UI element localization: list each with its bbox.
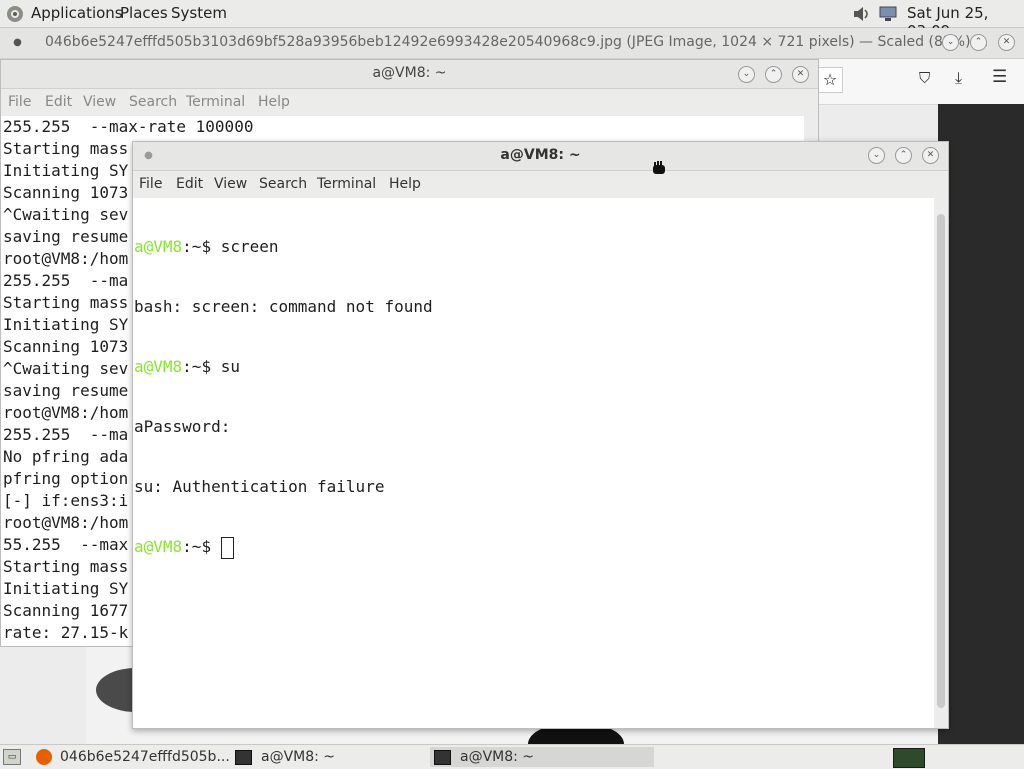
prompt-path: :~$ — [182, 357, 212, 376]
bookmark-star-icon[interactable]: ☆ — [817, 67, 843, 93]
download-icon[interactable]: ⤓ — [955, 68, 962, 88]
term-front-menu-terminal[interactable]: Terminal — [317, 176, 376, 192]
term-front-scroll-thumb[interactable] — [937, 214, 945, 708]
term-front-menu-search[interactable]: Search — [259, 176, 307, 192]
term-front-menu-help[interactable]: Help — [389, 176, 421, 192]
gnome-foot-icon[interactable] — [5, 4, 25, 24]
viewer-minimize-button[interactable]: ⌄ — [942, 34, 959, 51]
prompt-path: :~$ — [182, 537, 212, 556]
command-text: screen — [211, 237, 279, 256]
terminal-line: 255.255 --max-rate 100000 — [3, 117, 254, 136]
terminal-line: su: Authentication failure — [134, 477, 385, 496]
term-front-menubar: File Edit View Search Terminal Help — [133, 171, 948, 198]
grab-hand-cursor-icon — [653, 161, 665, 174]
terminal-icon — [434, 749, 451, 765]
viewer-titlebar: ● 046b6e5247efffd505b3103d69bf528a93956b… — [0, 28, 1024, 59]
prompt-user: a@VM8 — [134, 357, 183, 376]
term-back-maximize-button[interactable]: ⌃ — [765, 66, 782, 83]
term-front-close-button[interactable]: ✕ — [922, 147, 939, 164]
terminal-line: bash: screen: command not found — [134, 297, 433, 316]
term-back-menu-file[interactable]: File — [8, 94, 31, 110]
term-back-menu-terminal[interactable]: Terminal — [186, 94, 245, 110]
viewer-window-icon: ● — [13, 37, 22, 48]
term-front-menu-file[interactable]: File — [139, 176, 162, 192]
term-back-menu-search[interactable]: Search — [129, 94, 177, 110]
term-front-maximize-button[interactable]: ⌃ — [895, 147, 912, 164]
viewer-close-button[interactable]: ✕ — [998, 34, 1015, 51]
terminal-line: a@VM8:~$ screen — [134, 236, 934, 258]
places-menu[interactable]: Places — [120, 4, 168, 22]
term-back-menu-view[interactable]: View — [83, 94, 116, 110]
term-back-menubar: File Edit View Search Terminal Help — [1, 89, 818, 116]
terminal-line: a@VM8:~$ — [134, 536, 934, 559]
viewer-title: 046b6e5247efffd505b3103d69bf528a93956beb… — [45, 34, 989, 50]
term-front-scrollbar[interactable] — [934, 198, 948, 728]
prompt-path: :~$ — [182, 237, 212, 256]
command-text: su — [211, 357, 240, 376]
terminal-line: a@VM8:~$ su — [134, 356, 934, 378]
viewer-maximize-button[interactable]: ⌃ — [970, 34, 987, 51]
term-front-output[interactable]: a@VM8:~$ screen bash: screen: command no… — [133, 198, 934, 728]
volume-icon[interactable] — [852, 5, 872, 23]
workspace-switcher-icon[interactable] — [893, 748, 925, 768]
browser-toolbar: ☆ ⛉ ⤓ ☰ — [817, 59, 1024, 105]
text-cursor — [220, 536, 234, 559]
taskbar-terminal-label-1: a@VM8: ~ — [261, 749, 336, 765]
applications-menu[interactable]: Applications — [31, 4, 123, 22]
top-panel: Applications Places System Sat Jun 25, 0… — [0, 0, 1024, 40]
taskbar: ▭ 046b6e5247efffd505b... a@VM8: ~ a@VM8:… — [0, 744, 1024, 769]
taskbar-terminal-label-2: a@VM8: ~ — [460, 749, 535, 765]
taskbar-terminal-item-1[interactable]: a@VM8: ~ — [235, 747, 335, 767]
system-menu[interactable]: System — [171, 4, 227, 22]
term-back-close-button[interactable]: ✕ — [792, 66, 809, 83]
terminal-icon — [235, 749, 252, 765]
term-back-menu-help[interactable]: Help — [258, 94, 290, 110]
show-desktop-icon[interactable]: ▭ — [3, 749, 21, 765]
pocket-icon[interactable]: ⛉ — [919, 69, 930, 87]
hamburger-menu-icon[interactable]: ☰ — [992, 67, 1007, 87]
term-front-minimize-button[interactable]: ⌄ — [868, 147, 885, 164]
term-front-menu-view[interactable]: View — [214, 176, 247, 192]
term-back-menu-edit[interactable]: Edit — [45, 94, 72, 110]
taskbar-firefox-item[interactable]: 046b6e5247efffd505b... — [36, 747, 230, 767]
term-back-title: a@VM8: ~ — [372, 65, 447, 81]
terminal-window-front[interactable]: ● a@VM8: ~ ⌄ ⌃ ✕ File Edit View Search T… — [132, 141, 949, 729]
terminal-line: aPassword: — [134, 417, 231, 436]
taskbar-firefox-label: 046b6e5247efffd505b... — [60, 749, 230, 765]
prompt-user: a@VM8 — [134, 237, 183, 256]
firefox-icon — [36, 749, 52, 765]
term-front-titlebar[interactable]: ● a@VM8: ~ ⌄ ⌃ ✕ — [133, 142, 948, 171]
term-back-minimize-button[interactable]: ⌄ — [738, 66, 755, 83]
network-icon[interactable] — [878, 5, 898, 23]
image-dark-area — [938, 104, 1024, 744]
term-front-title: a@VM8: ~ — [500, 147, 581, 163]
prompt-user: a@VM8 — [134, 537, 183, 556]
term-front-menu-edit[interactable]: Edit — [176, 176, 203, 192]
taskbar-terminal-item-2[interactable]: a@VM8: ~ — [430, 747, 654, 767]
term-back-titlebar[interactable]: a@VM8: ~ ⌄ ⌃ ✕ — [1, 60, 818, 89]
